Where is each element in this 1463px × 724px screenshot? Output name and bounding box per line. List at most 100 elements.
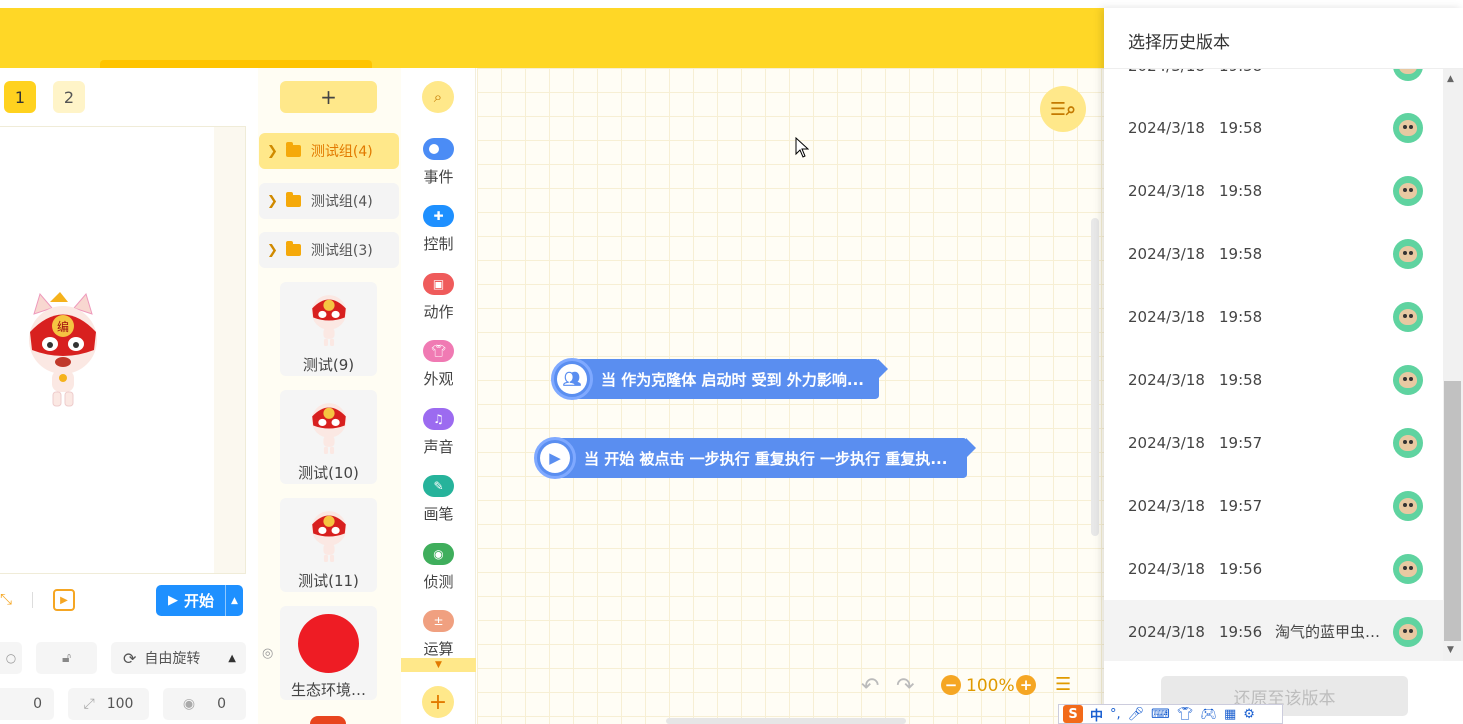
sprite-card-ecology[interactable]: 生态环境…: [280, 606, 377, 700]
category-label: 事件: [423, 168, 454, 186]
stage-sprite-cat[interactable]: 编: [28, 292, 98, 410]
apps-grid-icon[interactable]: ▦: [1224, 707, 1236, 722]
sprite-card-label: 生态环境…: [290, 681, 366, 699]
align-blocks-icon[interactable]: ☰: [1055, 674, 1071, 695]
group-label: 测试组(4): [310, 194, 373, 210]
history-row[interactable]: 2024/3/18 19:58: [1104, 222, 1443, 285]
history-row-selected[interactable]: 2024/3/18 19:56 淘气的蓝甲虫…: [1104, 600, 1443, 661]
game-icon[interactable]: 🎮︎: [1200, 707, 1217, 722]
start-clicked-hat-block[interactable]: ▶ 当 开始 被点击 一步执行 重复执行 一步执行 重复执...: [534, 437, 976, 479]
workspace-search-icon[interactable]: ☰⌕: [1040, 86, 1086, 132]
microphone-icon[interactable]: 🎤︎: [1128, 707, 1145, 722]
history-date: 2024/3/18: [1128, 622, 1205, 641]
operators-icon: ±: [423, 610, 454, 632]
category-sensing[interactable]: ◉ 侦测: [401, 543, 476, 592]
zoom-in-button[interactable]: +: [1016, 675, 1036, 695]
clone-start-hat-block[interactable]: 👥︎ 当 作为克隆体 启动时 受到 外力影响...: [551, 358, 888, 400]
sprite-group-1[interactable]: ❯ 测试组(4): [259, 133, 399, 169]
shirt-icon: 👕︎: [423, 340, 454, 362]
stage-page-2[interactable]: 2: [53, 81, 85, 113]
direction-input[interactable]: ◉ 0: [163, 688, 246, 720]
skin-icon[interactable]: 👕︎: [1177, 707, 1194, 722]
category-operators[interactable]: ± 运算: [401, 610, 476, 659]
history-panel-title: 选择历史版本: [1128, 33, 1230, 53]
scroll-down-arrow-icon[interactable]: ▼: [1447, 645, 1454, 655]
group-label: 测试组(3): [310, 243, 373, 259]
history-row[interactable]: 2024/3/18 19:58: [1104, 159, 1443, 222]
toolbar-tab-strip: [100, 60, 372, 68]
history-time: 19:58: [1219, 118, 1263, 137]
history-row[interactable]: 2024/3/18 19:57: [1104, 411, 1443, 474]
workspace-vertical-scrollbar[interactable]: [1091, 218, 1099, 536]
history-row[interactable]: 2024/3/18 19:56: [1104, 537, 1443, 600]
x-input[interactable]: 0: [0, 688, 54, 720]
ime-toolbar[interactable]: S 中 °, 🎤︎ ⌨ 👕︎ 🎮︎ ▦ ⚙: [1058, 704, 1283, 724]
rotation-select[interactable]: ⟳ 自由旋转 ▲: [111, 642, 246, 674]
sprite-thumbnail-cat: [311, 511, 346, 562]
block-text: 当 作为克隆体 启动时 受到 外力影响...: [601, 370, 864, 389]
category-control[interactable]: ✚ 控制: [401, 205, 476, 254]
lock-button[interactable]: 🔓︎: [36, 642, 97, 674]
start-button[interactable]: ▶ 开始 ▲: [156, 585, 243, 616]
history-scrollbar-thumb[interactable]: [1444, 381, 1461, 641]
group-label: 测试组(4): [310, 144, 373, 160]
undo-icon[interactable]: ↶: [861, 674, 879, 699]
block-notch: [878, 359, 888, 379]
user-avatar: [1393, 427, 1423, 458]
clone-icon: 👥︎: [551, 358, 593, 400]
hidden-eye-icon[interactable]: ◎: [262, 646, 273, 661]
rotation-label: 自由旋转: [144, 651, 201, 667]
add-sprite-button[interactable]: +: [280, 81, 377, 113]
start-dropdown-icon[interactable]: ▲: [225, 585, 243, 616]
category-label: 动作: [423, 303, 454, 321]
sprite-thumbnail-cat: [311, 403, 346, 454]
chevron-right-icon: ❯: [267, 143, 278, 159]
history-time: 19:56: [1219, 559, 1263, 578]
play-mode-icon[interactable]: ▶: [53, 589, 75, 611]
history-row-partial[interactable]: 2024/3/18 19:58: [1104, 69, 1443, 97]
block-search-icon[interactable]: ⌕: [422, 81, 454, 113]
ime-mode[interactable]: 中: [1090, 705, 1103, 724]
sensing-icon: ◉: [423, 543, 454, 565]
keyboard-icon[interactable]: ⌨: [1151, 707, 1170, 722]
add-extension-button[interactable]: +: [422, 686, 454, 718]
block-text: 当 开始 被点击 一步执行 重复执行 一步执行 重复执...: [584, 449, 948, 468]
sprite-card-test9[interactable]: 测试(9): [280, 282, 377, 376]
scroll-up-arrow-icon[interactable]: ▲: [1447, 74, 1454, 84]
category-motion[interactable]: ▣ 动作: [401, 273, 476, 322]
settings-icon[interactable]: ⚙: [1243, 707, 1255, 722]
history-row[interactable]: 2024/3/18 19:58: [1104, 96, 1443, 159]
sprite-card-test11[interactable]: 测试(11): [280, 498, 377, 592]
prop-visibility[interactable]: ○: [0, 642, 22, 674]
workspace-horizontal-scrollbar[interactable]: [666, 718, 906, 724]
sprite-card-test10[interactable]: 测试(10): [280, 390, 377, 484]
history-time: 19:57: [1219, 496, 1263, 515]
zoom-out-button[interactable]: −: [941, 675, 961, 695]
punctuation-icon[interactable]: °,: [1110, 707, 1121, 722]
history-row[interactable]: 2024/3/18 19:58: [1104, 285, 1443, 348]
more-categories-arrow-icon[interactable]: ▼: [401, 658, 476, 672]
sprite-group-2[interactable]: ❯ 测试组(4): [259, 183, 399, 219]
history-version-list[interactable]: 2024/3/18 19:58 2024/3/18 19:58 2024/3/1…: [1104, 69, 1443, 661]
sprite-card-label: 测试(10): [298, 464, 359, 482]
history-time: 19:56: [1219, 622, 1263, 641]
category-sound[interactable]: ♫ 声音: [401, 408, 476, 457]
category-pen[interactable]: ✎ 画笔: [401, 475, 476, 524]
sprite-group-3[interactable]: ❯ 测试组(3): [259, 232, 399, 268]
direction-icon: ◉: [182, 696, 196, 712]
stage-page-1[interactable]: 1: [4, 81, 36, 113]
history-row[interactable]: 2024/3/18 19:58: [1104, 348, 1443, 411]
unlock-icon: 🔓︎: [61, 650, 72, 666]
history-time: 19:58: [1219, 244, 1263, 263]
category-events[interactable]: 事件: [401, 138, 476, 187]
redo-icon[interactable]: ↷: [896, 674, 914, 699]
category-looks[interactable]: 👕︎ 外观: [401, 340, 476, 389]
history-row[interactable]: 2024/3/18 19:57: [1104, 474, 1443, 537]
user-avatar: [1393, 301, 1423, 332]
fullscreen-icon[interactable]: ⤡: [0, 590, 14, 610]
folder-icon: [285, 241, 301, 256]
folder-icon: [285, 192, 301, 207]
size-input[interactable]: ⤢ 100: [68, 688, 149, 720]
category-label: 侦测: [423, 573, 454, 591]
history-date: 2024/3/18: [1128, 307, 1205, 326]
